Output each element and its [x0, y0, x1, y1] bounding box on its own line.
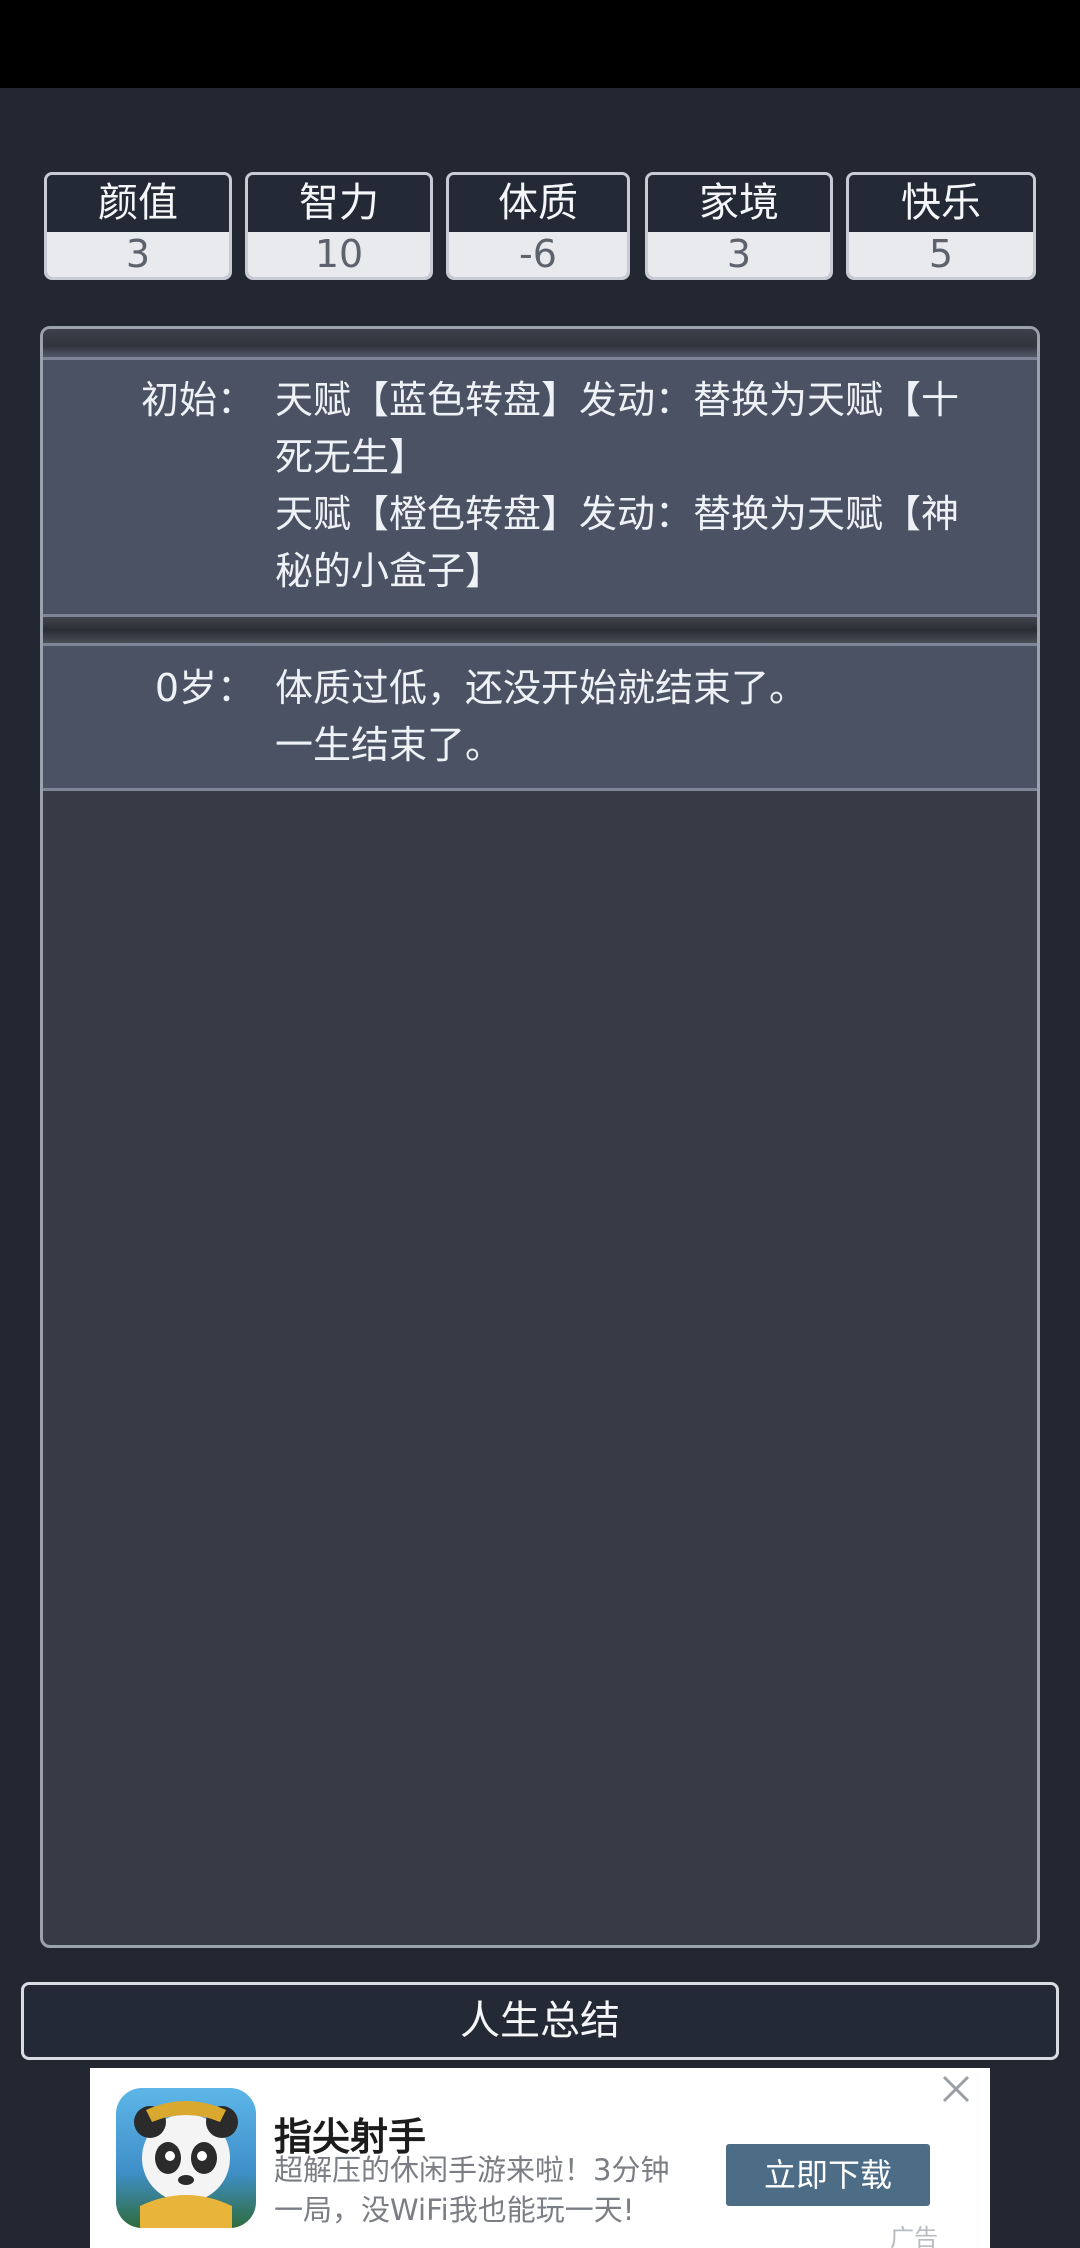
- ad-desc-line: 一局，没WiFi我也能玩一天!: [274, 2193, 635, 2227]
- prop-label: 快乐: [849, 175, 1033, 232]
- prop-value: 3: [648, 232, 830, 277]
- entry-line: 一生结束了。: [275, 723, 504, 767]
- prop-label: 体质: [449, 175, 627, 232]
- entry-age: 0岁：: [154, 666, 255, 710]
- entry-text: 体质过低，还没开始就结束了。 一生结束了。: [275, 660, 997, 774]
- prop-label: 家境: [648, 175, 830, 232]
- panel-divider: [43, 329, 1037, 357]
- entry-line: 天赋【橙色转盘】发动：替换为天赋【神: [275, 492, 960, 536]
- entry-age: 初始：: [140, 378, 255, 422]
- trajectory-entry: 初始： 天赋【蓝色转盘】发动：替换为天赋【十 死无生】 天赋【橙色转盘】发动：替…: [43, 357, 1037, 617]
- prop-family: 家境 3: [645, 172, 833, 280]
- prop-appearance: 颜值 3: [44, 172, 232, 280]
- entry-line: 秘的小盒子】: [275, 549, 504, 593]
- prop-happiness: 快乐 5: [846, 172, 1036, 280]
- ad-desc-line: 超解压的休闲手游来啦！3分钟: [274, 2153, 670, 2187]
- panel-divider: [43, 617, 1037, 643]
- summary-button[interactable]: 人生总结: [21, 1982, 1059, 2060]
- trajectory-panel[interactable]: 初始： 天赋【蓝色转盘】发动：替换为天赋【十 死无生】 天赋【橙色转盘】发动：替…: [40, 326, 1040, 1948]
- prop-label: 颜值: [47, 175, 229, 232]
- prop-value: 3: [47, 232, 229, 277]
- prop-constitution: 体质 -6: [446, 172, 630, 280]
- entry-text: 天赋【蓝色转盘】发动：替换为天赋【十 死无生】 天赋【橙色转盘】发动：替换为天赋…: [275, 372, 997, 600]
- prop-value: 10: [248, 232, 430, 277]
- close-icon[interactable]: [938, 2074, 974, 2110]
- download-button[interactable]: 立即下载: [726, 2144, 930, 2206]
- status-bar: [0, 0, 1080, 88]
- trajectory-entry: 0岁： 体质过低，还没开始就结束了。 一生结束了。: [43, 643, 1037, 791]
- prop-intelligence: 智力 10: [245, 172, 433, 280]
- entry-line: 体质过低，还没开始就结束了。: [275, 666, 808, 710]
- app-icon[interactable]: [116, 2088, 256, 2228]
- prop-value: -6: [449, 232, 627, 277]
- ad-description: 超解压的休闲手游来啦！3分钟 一局，没WiFi我也能玩一天!: [274, 2150, 714, 2230]
- ad-badge: 广告: [890, 2224, 938, 2248]
- ad-banner[interactable]: 指尖射手 超解压的休闲手游来啦！3分钟 一局，没WiFi我也能玩一天! 立即下载…: [90, 2068, 990, 2248]
- property-bar: 颜值 3 智力 10 体质 -6 家境 3 快乐 5: [44, 172, 1036, 280]
- prop-value: 5: [849, 232, 1033, 277]
- prop-label: 智力: [248, 175, 430, 232]
- entry-line: 天赋【蓝色转盘】发动：替换为天赋【十: [275, 378, 960, 422]
- entry-line: 死无生】: [275, 435, 428, 479]
